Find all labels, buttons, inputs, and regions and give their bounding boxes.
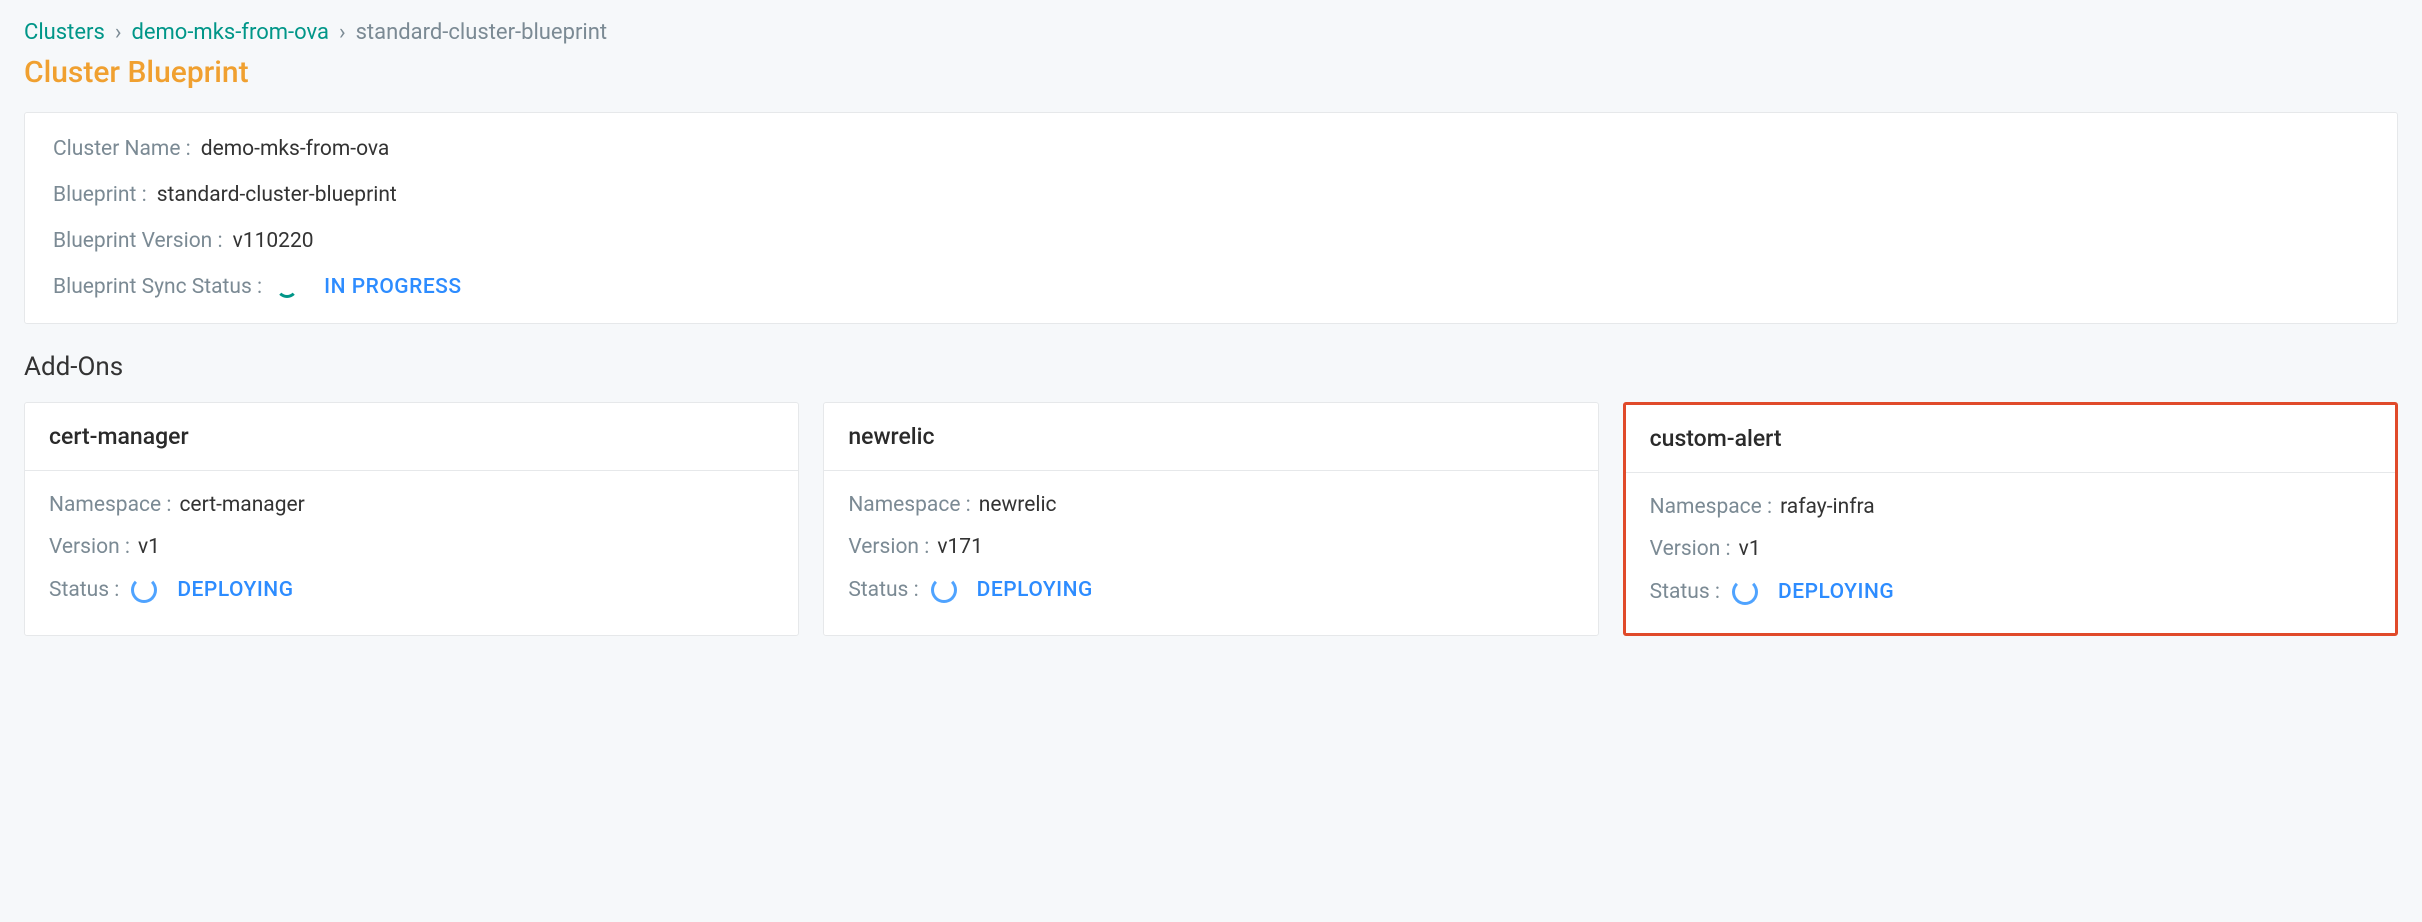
addon-header: newrelic [824, 403, 1597, 471]
breadcrumb: Clusters › demo-mks-from-ova › standard-… [24, 20, 2398, 45]
addon-namespace-label: Namespace : [848, 493, 970, 517]
addon-card: cert-manager Namespace : cert-manager Ve… [24, 402, 799, 636]
addon-status-label: Status : [1650, 580, 1720, 604]
page-title: Cluster Blueprint [24, 55, 2398, 90]
breadcrumb-clusters[interactable]: Clusters [24, 20, 105, 45]
blueprint-version-row: Blueprint Version : v110220 [53, 229, 2369, 253]
addon-namespace-row: Namespace : newrelic [848, 493, 1573, 517]
addon-status-label: Status : [848, 578, 918, 602]
addon-version-label: Version : [49, 535, 130, 559]
addons-section-title: Add-Ons [24, 352, 2398, 382]
addon-body: Namespace : newrelic Version : v171 Stat… [824, 471, 1597, 631]
addons-grid: cert-manager Namespace : cert-manager Ve… [24, 402, 2398, 636]
blueprint-row: Blueprint : standard-cluster-blueprint [53, 183, 2369, 207]
spinner-icon [131, 577, 157, 603]
breadcrumb-cluster[interactable]: demo-mks-from-ova [131, 20, 329, 45]
addon-namespace-label: Namespace : [49, 493, 171, 517]
blueprint-label: Blueprint : [53, 183, 147, 207]
breadcrumb-separator: › [115, 20, 122, 45]
blueprint-value: standard-cluster-blueprint [157, 183, 397, 207]
addon-status-label: Status : [49, 578, 119, 602]
addon-namespace-value: newrelic [979, 493, 1057, 517]
addon-namespace-row: Namespace : rafay-infra [1650, 495, 2371, 519]
sync-status-row: Blueprint Sync Status : IN PROGRESS [53, 275, 2369, 299]
addon-status-row: Status : DEPLOYING [1650, 579, 2371, 605]
breadcrumb-separator: › [339, 20, 346, 45]
cluster-name-value: demo-mks-from-ova [201, 137, 390, 161]
spinner-icon [276, 276, 298, 298]
addon-version-row: Version : v1 [1650, 537, 2371, 561]
addon-version-value: v171 [937, 535, 983, 559]
cluster-name-row: Cluster Name : demo-mks-from-ova [53, 137, 2369, 161]
breadcrumb-current: standard-cluster-blueprint [356, 20, 608, 45]
addon-version-value: v1 [1739, 537, 1761, 561]
addon-title: cert-manager [49, 423, 774, 450]
addon-card: custom-alert Namespace : rafay-infra Ver… [1623, 402, 2398, 636]
spinner-icon [1732, 579, 1758, 605]
addon-version-value: v1 [138, 535, 160, 559]
addon-version-label: Version : [848, 535, 929, 559]
cluster-name-label: Cluster Name : [53, 137, 191, 161]
addon-body: Namespace : cert-manager Version : v1 St… [25, 471, 798, 631]
addon-card: newrelic Namespace : newrelic Version : … [823, 402, 1598, 636]
blueprint-info-card: Cluster Name : demo-mks-from-ova Bluepri… [24, 112, 2398, 324]
blueprint-version-label: Blueprint Version : [53, 229, 223, 253]
sync-status-label: Blueprint Sync Status : [53, 275, 262, 299]
addon-namespace-value: rafay-infra [1780, 495, 1875, 519]
addon-status-row: Status : DEPLOYING [848, 577, 1573, 603]
addon-namespace-label: Namespace : [1650, 495, 1772, 519]
addon-title: custom-alert [1650, 425, 2371, 452]
addon-status-value: DEPLOYING [1778, 580, 1894, 604]
addon-version-row: Version : v171 [848, 535, 1573, 559]
addon-body: Namespace : rafay-infra Version : v1 Sta… [1626, 473, 2395, 633]
spinner-icon [931, 577, 957, 603]
addon-version-label: Version : [1650, 537, 1731, 561]
addon-title: newrelic [848, 423, 1573, 450]
addon-namespace-value: cert-manager [179, 493, 304, 517]
addon-status-value: DEPLOYING [177, 578, 293, 602]
addon-status-row: Status : DEPLOYING [49, 577, 774, 603]
addon-header: cert-manager [25, 403, 798, 471]
addon-namespace-row: Namespace : cert-manager [49, 493, 774, 517]
addon-version-row: Version : v1 [49, 535, 774, 559]
blueprint-version-value: v110220 [233, 229, 314, 253]
sync-status-value: IN PROGRESS [324, 275, 461, 299]
addon-status-value: DEPLOYING [977, 578, 1093, 602]
addon-header: custom-alert [1626, 405, 2395, 473]
